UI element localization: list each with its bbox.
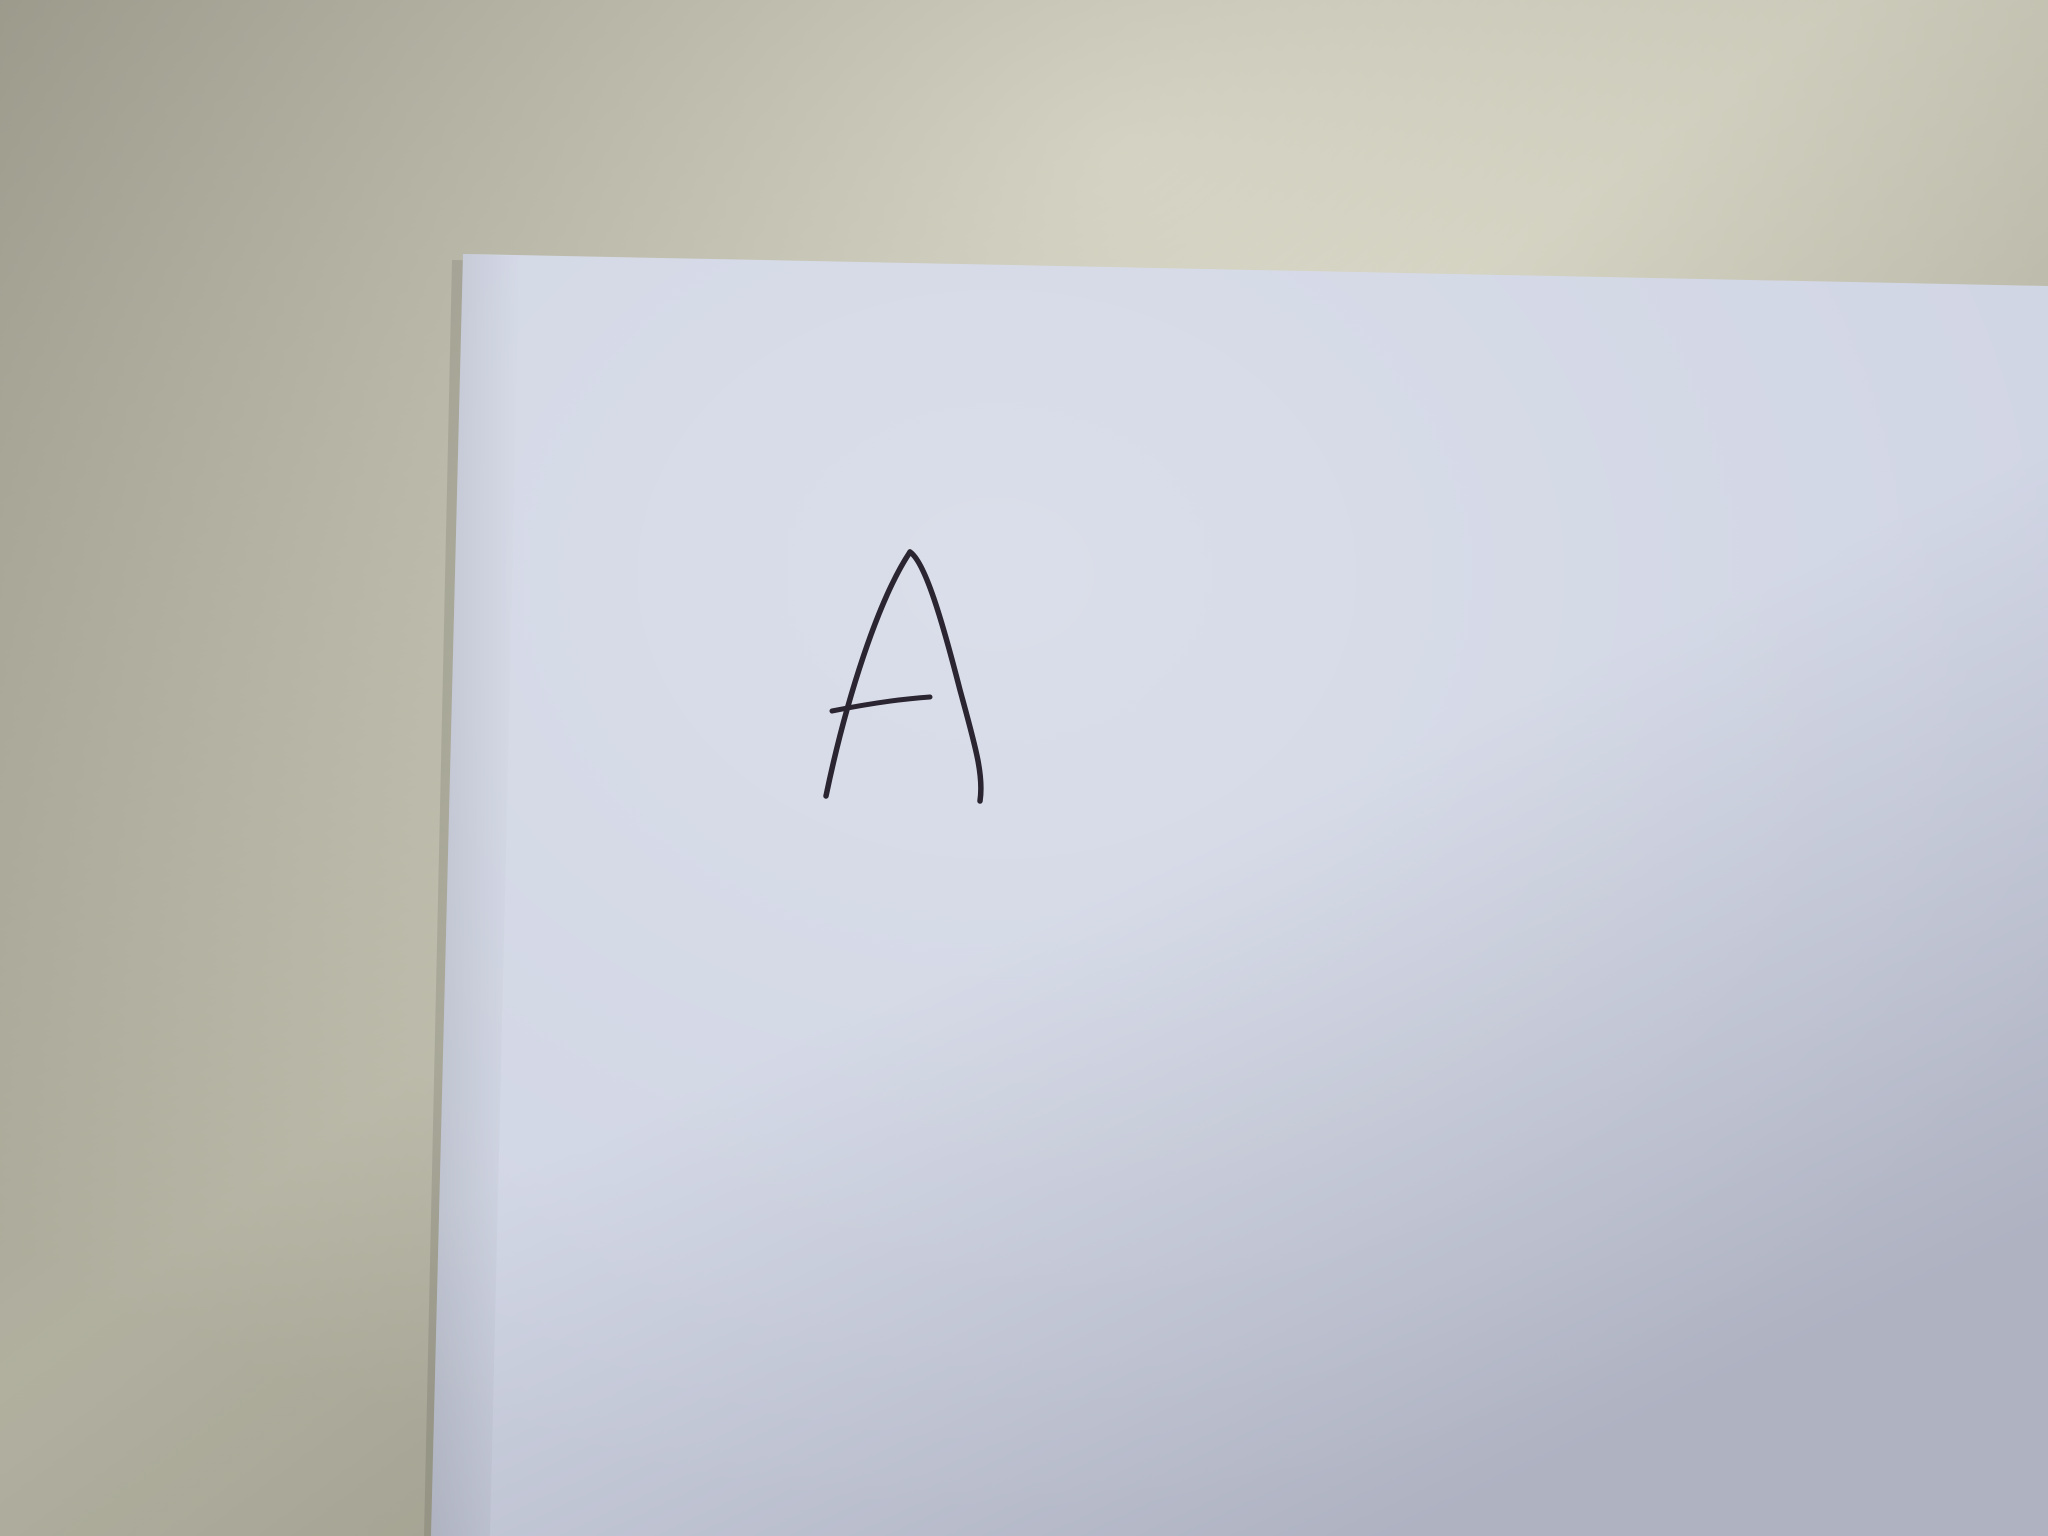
paper-highlight	[431, 254, 2048, 1536]
photo-canvas	[0, 0, 2048, 1536]
photo-scene	[0, 0, 2048, 1536]
